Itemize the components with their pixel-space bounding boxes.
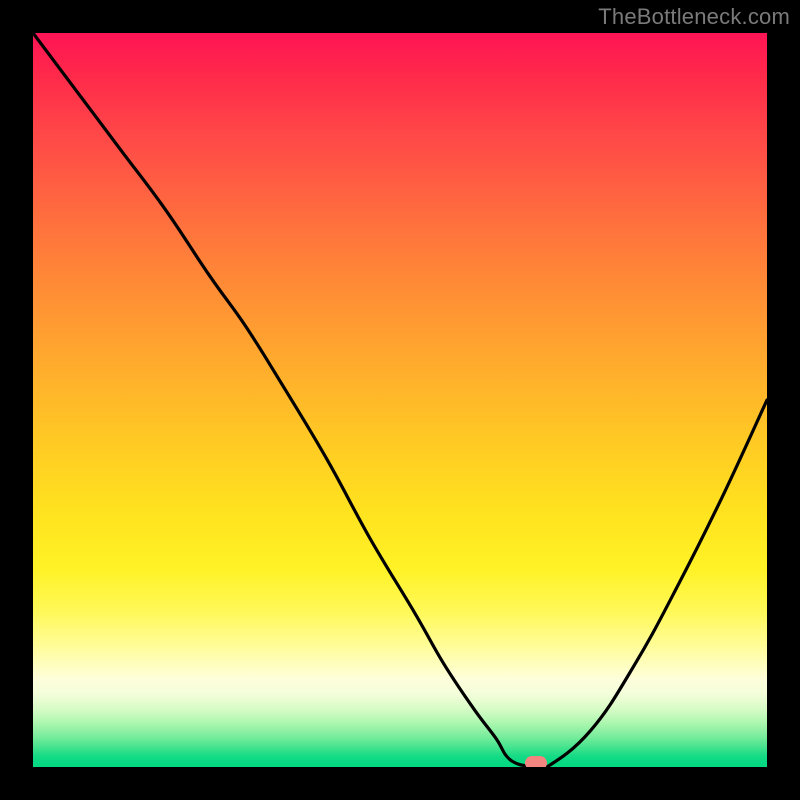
optimal-point-marker xyxy=(525,756,547,767)
plot-area xyxy=(33,33,767,767)
bottleneck-curve xyxy=(33,33,767,767)
watermark-text: TheBottleneck.com xyxy=(598,4,790,30)
chart-frame: TheBottleneck.com xyxy=(0,0,800,800)
